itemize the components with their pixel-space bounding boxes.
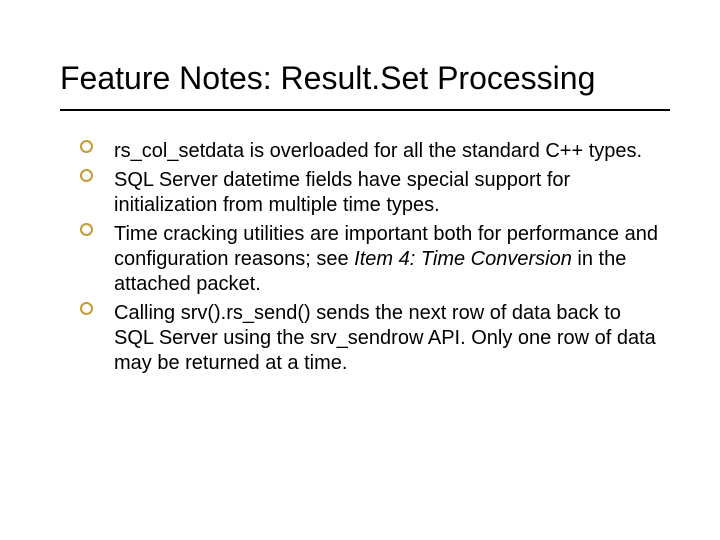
title-rule [60,109,670,111]
bullet-ring-icon [80,302,93,315]
bullet-list: rs_col_setdata is overloaded for all the… [60,139,670,376]
list-item: Time cracking utilities are important bo… [80,222,660,297]
slide: Feature Notes: Result.Set Processing rs_… [0,0,720,540]
bullet-ring-icon [80,223,93,236]
list-item: rs_col_setdata is overloaded for all the… [80,139,660,164]
list-item-text: Calling srv().rs_send() sends the next r… [114,302,656,374]
list-item-text: rs_col_setdata is overloaded for all the… [114,140,642,162]
list-item-text: Time cracking utilities are important bo… [114,223,658,295]
list-item: Calling srv().rs_send() sends the next r… [80,301,660,376]
slide-title: Feature Notes: Result.Set Processing [60,60,670,97]
bullet-ring-icon [80,169,93,182]
bullet-ring-icon [80,140,93,153]
list-item: SQL Server datetime fields have special … [80,168,660,218]
list-item-text: SQL Server datetime fields have special … [114,169,570,216]
